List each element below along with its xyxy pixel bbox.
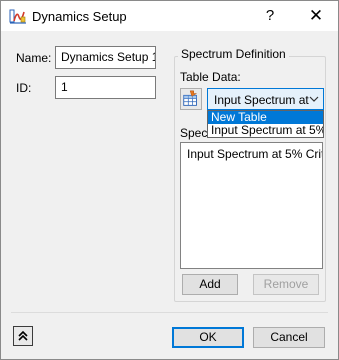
double-chevron-up-icon (18, 330, 28, 341)
table-edit-icon (183, 90, 198, 106)
footer-separator (11, 312, 328, 313)
help-icon: ? (265, 7, 275, 24)
edit-table-button[interactable] (180, 88, 202, 110)
id-input[interactable]: 1 (55, 76, 156, 99)
name-input[interactable]: Dynamics Setup 1 (55, 46, 156, 69)
cancel-button[interactable]: Cancel (253, 327, 325, 348)
title-bar[interactable]: Dynamics Setup ? ✕ (1, 1, 338, 31)
ok-button[interactable]: OK (172, 327, 244, 348)
close-button[interactable]: ✕ (301, 4, 331, 28)
dropdown-option-new-table[interactable]: New Table (208, 111, 323, 124)
close-icon: ✕ (308, 6, 324, 25)
id-input-value: 1 (61, 80, 68, 94)
help-button[interactable]: ? (256, 4, 284, 28)
table-data-dropdown: New Table Input Spectrum at 5% (207, 110, 324, 138)
combo-selected-value: Input Spectrum at (214, 93, 309, 107)
add-button[interactable]: Add (182, 274, 238, 295)
window-title: Dynamics Setup (32, 9, 127, 24)
list-item[interactable]: Input Spectrum at 5% Crit D (187, 147, 322, 161)
spectrum-definition-title: Spectrum Definition (178, 47, 289, 61)
dropdown-option-input-spectrum[interactable]: Input Spectrum at 5% (208, 124, 323, 137)
dynamics-setup-dialog: Dynamics Setup ? ✕ Name: Dynamics Setup … (0, 0, 339, 360)
chevron-down-icon (309, 96, 319, 102)
expand-button[interactable] (13, 326, 33, 346)
remove-button[interactable]: Remove (253, 274, 319, 295)
table-data-combobox[interactable]: Input Spectrum at (207, 88, 324, 110)
dynamics-app-icon (9, 9, 26, 24)
name-input-value: Dynamics Setup 1 (61, 50, 156, 64)
name-label: Name: (16, 51, 52, 65)
spectrum-listbox[interactable]: Input Spectrum at 5% Crit D (180, 142, 323, 269)
id-label: ID: (16, 81, 32, 95)
table-data-label: Table Data: (180, 70, 241, 84)
